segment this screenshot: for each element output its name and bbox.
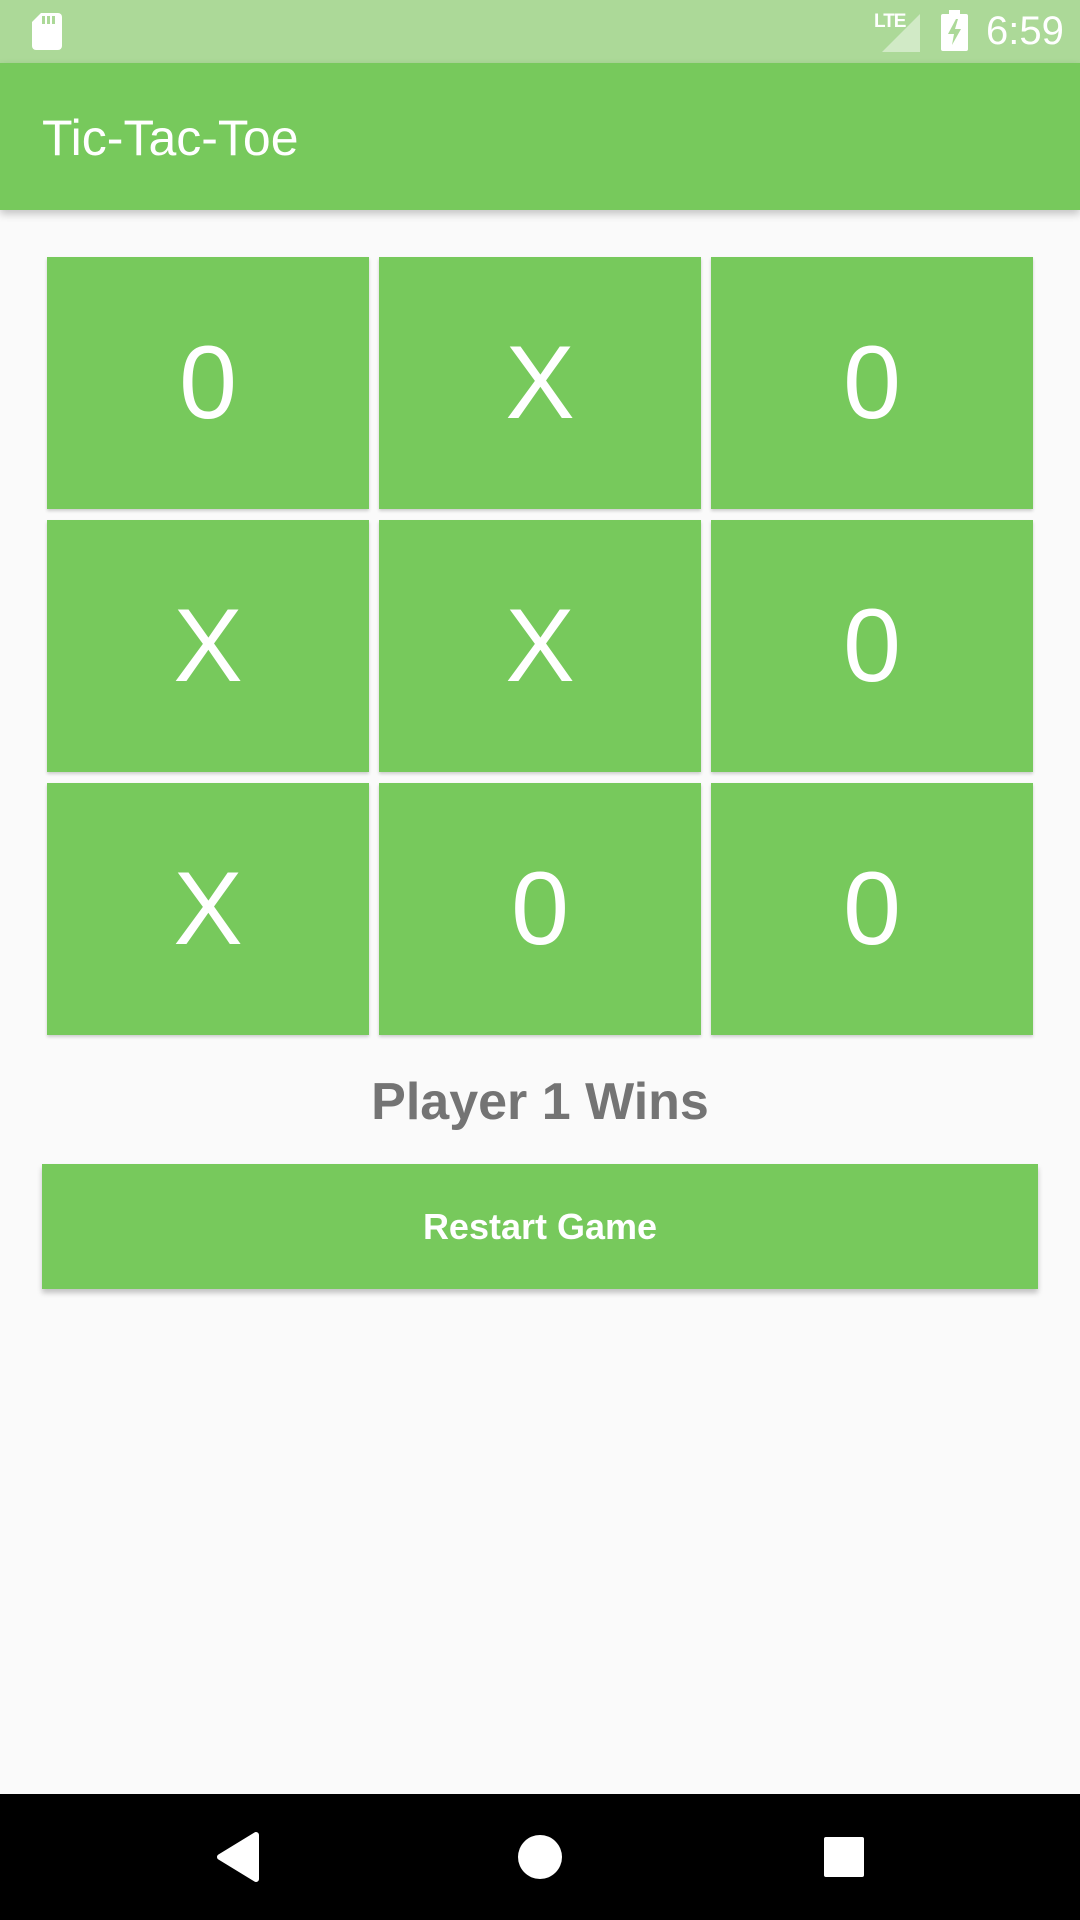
board-cell-9[interactable]: 0 [711,783,1033,1035]
board-cell-2[interactable]: X [379,257,701,509]
status-clock: 6:59 [986,9,1064,53]
game-board: 0 X 0 X X 0 X 0 0 [47,257,1033,1036]
game-result-text: Player 1 Wins [371,1073,709,1131]
home-icon[interactable] [510,1827,570,1887]
board-cell-1[interactable]: 0 [47,257,369,509]
board-cell-8[interactable]: 0 [379,783,701,1035]
board-cell-5[interactable]: X [379,520,701,772]
board-cell-7[interactable]: X [47,783,369,1035]
board-cell-6[interactable]: 0 [711,520,1033,772]
signal-icon [882,14,920,52]
back-icon[interactable] [206,1827,266,1887]
app-bar: Tic-Tac-Toe [0,63,1080,210]
recents-icon[interactable] [814,1827,874,1887]
battery-charging-icon [941,10,968,51]
restart-game-button[interactable]: Restart Game [42,1164,1038,1289]
status-bar: LTE 6:59 [0,0,1080,63]
app-title: Tic-Tac-Toe [42,110,299,166]
sd-card-icon [32,13,62,50]
board-cell-4[interactable]: X [47,520,369,772]
navigation-bar [0,1794,1080,1920]
board-cell-3[interactable]: 0 [711,257,1033,509]
